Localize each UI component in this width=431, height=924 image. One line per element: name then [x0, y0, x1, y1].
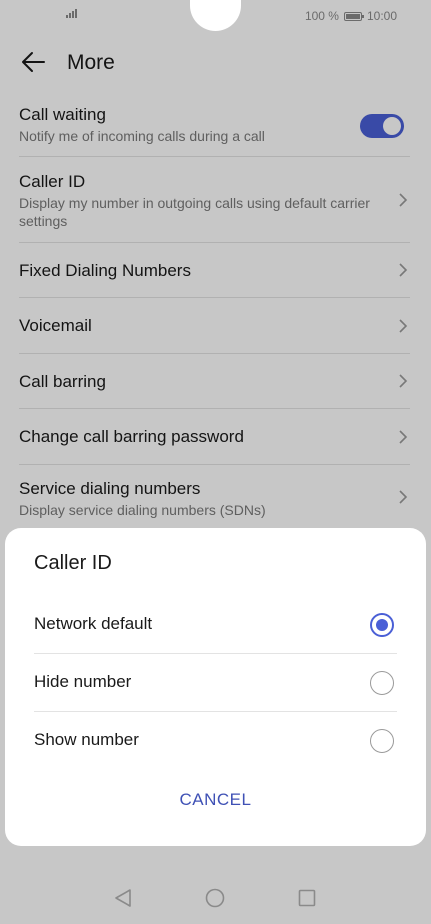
radio-unselected-icon[interactable]: [370, 729, 394, 753]
option-label: Show number: [34, 730, 139, 749]
option-hide-number[interactable]: Hide number: [34, 654, 397, 712]
option-show-number[interactable]: Show number: [34, 712, 397, 770]
system-nav-bar: [0, 870, 431, 924]
home-circle-icon[interactable]: [205, 888, 225, 908]
back-triangle-icon[interactable]: [114, 888, 132, 908]
option-network-default[interactable]: Network default: [34, 596, 397, 654]
radio-selected-icon[interactable]: [370, 613, 394, 637]
radio-unselected-icon[interactable]: [370, 671, 394, 695]
option-label: Network default: [34, 614, 153, 633]
recents-square-icon[interactable]: [298, 888, 316, 908]
dialog-title: Caller ID: [34, 552, 112, 574]
caller-id-options: Network default Hide number Show number: [34, 596, 397, 770]
caller-id-dialog: Caller ID Network default Hide number Sh…: [5, 528, 426, 846]
cancel-button[interactable]: CANCEL: [5, 790, 426, 810]
option-label: Hide number: [34, 672, 132, 691]
screen: 100 % 10:00 More Call waiting Notify me …: [0, 0, 431, 924]
